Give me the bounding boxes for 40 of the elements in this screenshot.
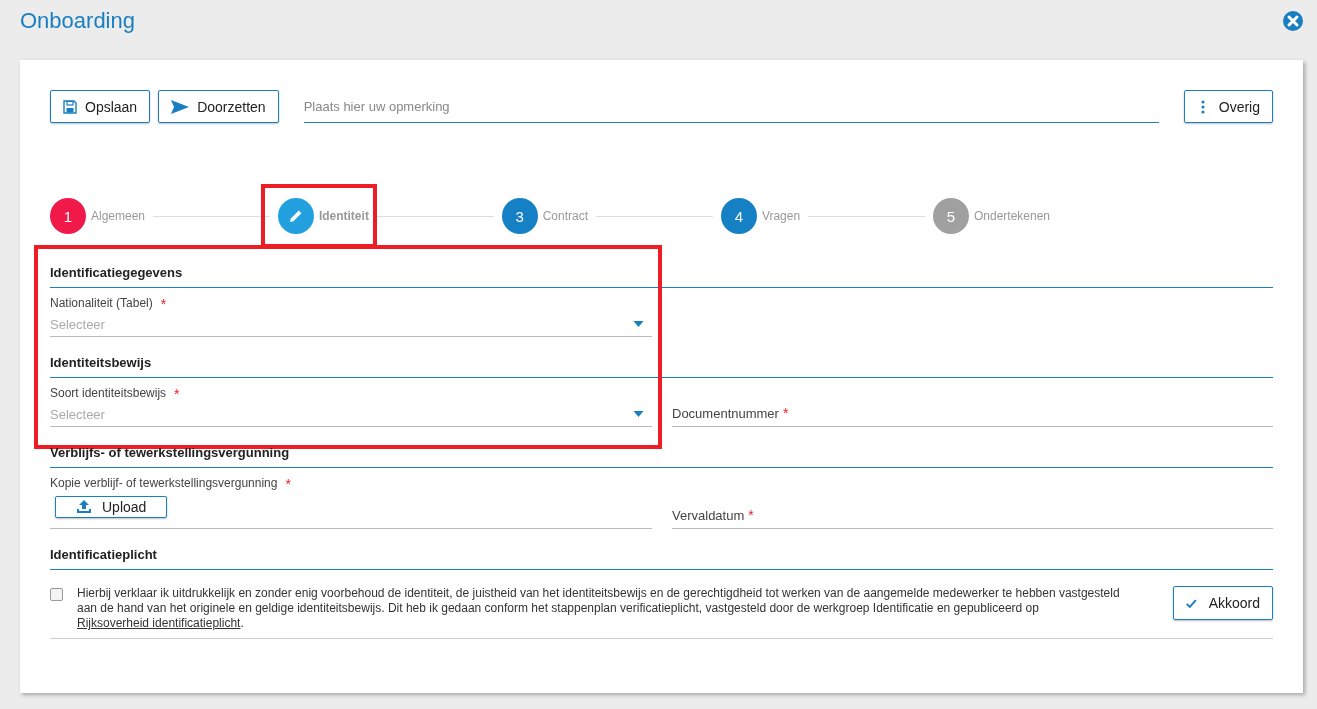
step-circle[interactable]: 5 (932, 198, 969, 234)
section-title: Identificatiegegevens (50, 261, 1273, 288)
step-label[interactable]: Vragen (761, 209, 801, 223)
send-icon (171, 99, 190, 114)
step-circle[interactable]: 4 (720, 198, 757, 234)
dropdown-caret-icon (633, 411, 644, 417)
required-marker: * (174, 386, 180, 402)
upload-icon (76, 500, 92, 514)
agree-button[interactable]: Akkoord (1173, 586, 1273, 620)
upload-button[interactable]: Upload (55, 496, 168, 518)
field-label: Nationaliteit (Tabel) (50, 296, 153, 312)
declaration-text: Hierbij verklaar ik uitdrukkelijk en zonder enig voorbehoud de identiteit, de juistheid van het identiteitsbewijs en de gerechtigdheid tot werken van de aangemelde medewerker te hebben vastgesteld aan de hand van het originele en geldige identiteitsbewijs. Dit heb ik gedaan conform het stappenplan verificatieplicht, vastgesteld door de werkgroep Identificatie en gepubliceerd op Rijksoverheid identificatieplicht. (77, 586, 1121, 631)
step-circle[interactable]: 1 (50, 198, 86, 234)
section-title: Identiteitsbewijs (50, 351, 1273, 378)
step-circle[interactable] (277, 198, 314, 234)
field-label: Kopie verblijf- of tewerkstellingsvergunning (50, 476, 278, 492)
required-marker: * (285, 476, 291, 492)
select-field[interactable]: Selecteer (50, 312, 652, 337)
section-title: Verblijfs- of tewerkstellingsvergunning (50, 441, 1273, 468)
checkbox[interactable] (50, 588, 63, 601)
step-label[interactable]: Algemeen (91, 209, 146, 223)
dropdown-caret-icon (633, 321, 644, 327)
section-title: Identificatieplicht (50, 543, 1273, 570)
window-title: Onboarding (20, 8, 135, 34)
input-field[interactable]: Documentnummer * (672, 405, 1273, 427)
close-icon[interactable] (1283, 11, 1303, 31)
field-label: Soort identiteitsbewijs (50, 386, 167, 402)
select-field[interactable]: Selecteer (50, 402, 652, 427)
toolbar-button[interactable]: Doorzetten (158, 90, 279, 123)
checkmark-icon (1186, 597, 1197, 609)
pencil-icon (288, 209, 303, 223)
vertical-dots-icon (1200, 99, 1205, 114)
step-label[interactable]: Identiteit (318, 209, 369, 223)
step-circle[interactable]: 3 (501, 198, 538, 234)
more-button[interactable]: Overig (1183, 90, 1273, 123)
step-label[interactable]: Ondertekenen (973, 209, 1051, 223)
required-marker: * (160, 296, 167, 312)
input-field[interactable]: Vervaldatum * (672, 507, 1273, 529)
toolbar-button[interactable]: Opslaan (50, 90, 151, 123)
step-label[interactable]: Contract (542, 209, 589, 223)
